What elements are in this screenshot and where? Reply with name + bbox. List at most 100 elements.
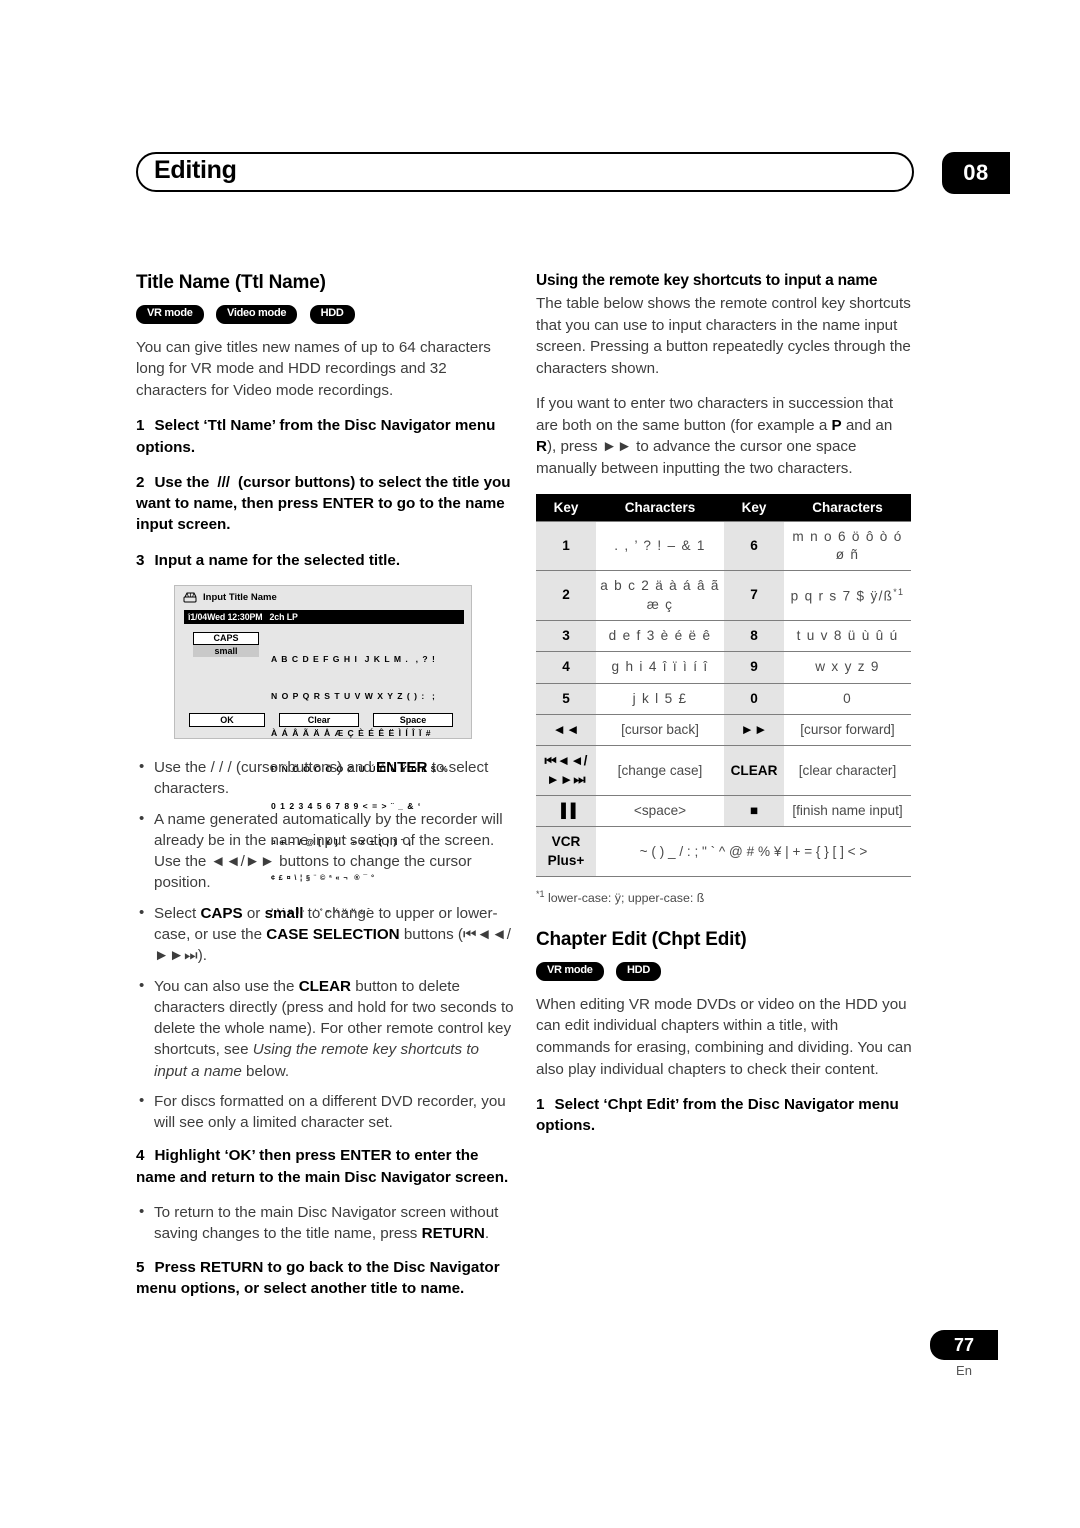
section-title-title-name: Title Name (Ttl Name) bbox=[136, 272, 326, 293]
right-column: Using the remote key shortcuts to input … bbox=[536, 272, 916, 1151]
mode-badges-chapter-edit: VR mode HDD bbox=[536, 962, 916, 981]
row-1-chars-left: . , ’ ? ! – & 1 bbox=[596, 520, 724, 571]
row-2-chars-right: p q r s 7 $ ÿ/ß*1 bbox=[784, 570, 911, 621]
para2-b: and an bbox=[841, 416, 893, 434]
row-6-chars-right: [cursor forward] bbox=[784, 714, 911, 746]
osd-char-row-1[interactable]: A B C D E F G H I J K L M . , ? ! bbox=[271, 653, 461, 665]
step-5-number: 5 bbox=[136, 1258, 145, 1276]
row-7-key-left-case-selection-icon: ⏮◄◄/►►⏭ bbox=[536, 745, 596, 796]
row-4-chars-left: g h i 4 î ï ì í î bbox=[596, 651, 724, 684]
language-code: En bbox=[956, 1363, 972, 1378]
row-8-chars-right: [finish name input] bbox=[784, 795, 911, 827]
osd-ok-button[interactable]: OK bbox=[189, 712, 265, 727]
osd-title-text: Input Title Name bbox=[203, 591, 277, 603]
bullet-1-enter-bold: ENTER bbox=[376, 758, 428, 776]
bullet-3-case-selection-bold: CASE SELECTION bbox=[266, 925, 400, 943]
row-9-chars-symbols: ~ ( ) _ / : ; " ` ^ @ # % ¥ | + = { } [ … bbox=[596, 826, 911, 878]
osd-space-button[interactable]: Space bbox=[373, 712, 453, 727]
table-row: ◄◄ [cursor back] ►► [cursor forward] bbox=[536, 714, 911, 746]
step-1: 1 Select ‘Ttl Name’ from the Disc Navigat… bbox=[136, 415, 516, 458]
row-9-key-vcr-plus: VCR Plus+ bbox=[536, 826, 596, 878]
row-5-chars-right: 0 bbox=[784, 682, 911, 715]
badge-video-mode: Video mode bbox=[216, 305, 298, 324]
bullet-4-c: below. bbox=[241, 1062, 290, 1080]
footnote-text: lower-case: ÿ; upper-case: ß bbox=[547, 891, 705, 906]
step-3-number: 3 bbox=[136, 551, 145, 569]
mode-badges-title-name: VR mode Video mode HDD bbox=[136, 305, 516, 324]
row-2-footnote-marker: *1 bbox=[893, 586, 905, 597]
table-row: 3 d e f 3 è é ë ê 8 t u v 8 ü ù û ú bbox=[536, 619, 911, 652]
step-4: 4 Highlight ‘OK’ then press ENTER to ente… bbox=[136, 1145, 516, 1188]
bullet-3-small-bold: small bbox=[264, 904, 304, 922]
page-number-badge: 77 bbox=[930, 1330, 998, 1360]
step-2-slash-3: / bbox=[225, 473, 231, 491]
step-2: 2 Use the///(cursor buttons) to select th… bbox=[136, 472, 516, 536]
th-key-left: Key bbox=[536, 493, 596, 522]
row-1-key-right: 6 bbox=[724, 520, 784, 571]
bullet-clear-button: You can also use the CLEAR button to del… bbox=[136, 974, 516, 1082]
osd-small-button[interactable]: small bbox=[193, 644, 259, 657]
title-name-bullet-list: Use the / / / (cursor buttons) and ENTER… bbox=[136, 756, 516, 1134]
table-row: ▐▐ <space> ■ [finish name input] bbox=[536, 795, 911, 827]
bullet-caps-small: Select CAPS or small to change to upper … bbox=[136, 902, 516, 967]
row-3-chars-right: t u v 8 ü ù û ú bbox=[784, 619, 911, 652]
bullet-1-cursor-icons: / / / bbox=[210, 758, 236, 776]
row-3-chars-left: d e f 3 è é ë ê bbox=[596, 619, 724, 652]
table-row: 2 a b c 2 ä à á â ã æ ç 7 p q r s 7 $ ÿ/… bbox=[536, 570, 911, 621]
table-row: 1 . , ’ ? ! – & 1 6 m n o 6 ö ô ò ó ø ñ bbox=[536, 520, 911, 571]
chapter-edit-paragraph: When editing VR mode DVDs or video on th… bbox=[536, 995, 912, 1078]
step-4-bullet-return-bold: RETURN bbox=[421, 1225, 485, 1243]
badge-hdd: HDD bbox=[309, 305, 355, 324]
osd-char-row-3[interactable]: À Á Â Ã Ä Å Æ Ç È É Ê Ë Ì Í Î Ï # bbox=[271, 727, 461, 739]
row-7-chars-left: [change case] bbox=[596, 745, 724, 796]
step-4-bullet-b: . bbox=[484, 1225, 490, 1243]
osd-char-row-2[interactable]: N O P Q R S T U V W X Y Z ( ) : ; bbox=[271, 690, 461, 702]
row-2-chars-right-text: p q r s 7 $ ÿ/ß bbox=[790, 588, 894, 604]
osd-caps-button[interactable]: CAPS bbox=[193, 631, 259, 645]
row-3-key-left: 3 bbox=[536, 619, 596, 652]
para2-key-p: P bbox=[831, 416, 842, 434]
footnote-marker: *1 bbox=[536, 889, 545, 900]
row-3-key-right: 8 bbox=[724, 619, 784, 652]
table-header-row: Key Characters Key Characters bbox=[536, 493, 911, 522]
step-4-number: 4 bbox=[136, 1147, 145, 1165]
row-1-key-left: 1 bbox=[536, 520, 596, 571]
row-2-key-left: 2 bbox=[536, 570, 596, 621]
bullet-cursor-buttons: Use the / / / (cursor buttons) and ENTER… bbox=[136, 756, 516, 800]
row-8-key-right-stop-icon: ■ bbox=[724, 795, 784, 827]
bullet-return-no-save: To return to the main Disc Navigator scr… bbox=[136, 1201, 516, 1245]
hdd-disc-icon bbox=[183, 592, 198, 603]
section-title-chapter-edit: Chapter Edit (Chpt Edit) bbox=[536, 929, 747, 951]
step-4-text: Highlight ‘OK’ then press ENTER to enter… bbox=[136, 1147, 509, 1186]
step-4-bullet-list: To return to the main Disc Navigator scr… bbox=[136, 1201, 516, 1245]
subsection-title-remote-shortcuts: Using the remote key shortcuts to input … bbox=[536, 272, 878, 289]
bullet-1-post: (cursor buttons) and bbox=[235, 758, 377, 776]
th-characters-right: Characters bbox=[784, 493, 911, 522]
para2-key-r: R bbox=[536, 438, 547, 456]
table-footnote: *1 lower-case: ÿ; upper-case: ß bbox=[536, 889, 916, 905]
row-6-chars-left: [cursor back] bbox=[596, 714, 724, 746]
step-5: 5 Press RETURN to go back to the Disc Nav… bbox=[136, 1257, 516, 1300]
row-7-chars-right: [clear character] bbox=[784, 745, 911, 796]
step-2-text-a: Use the bbox=[154, 473, 210, 491]
header-pill bbox=[136, 152, 914, 192]
table-row: 5 j k l 5 £ 0 0 bbox=[536, 682, 911, 715]
step-3-text: Input a name for the selected title. bbox=[154, 551, 401, 569]
chapter-number-tab: 08 bbox=[942, 152, 1010, 194]
bullet-limited-charset: For discs formatted on a different DVD r… bbox=[136, 1090, 516, 1134]
row-6-key-left-rewind-icon: ◄◄ bbox=[536, 714, 596, 746]
intro-paragraph: You can give titles new names of up to 6… bbox=[136, 338, 491, 399]
bullet-1-pre: Use the bbox=[154, 758, 211, 776]
osd-status-bar: î1/04Wed 12:30PM 2ch LP bbox=[184, 609, 464, 624]
step-1-number: 1 bbox=[136, 417, 145, 435]
bullet-3-caps-bold: CAPS bbox=[200, 904, 243, 922]
row-5-key-right: 0 bbox=[724, 682, 784, 715]
chapter-edit-step-1: 1 Select ‘Chpt Edit’ from the Disc Naviga… bbox=[536, 1094, 916, 1137]
step-2-number: 2 bbox=[136, 473, 145, 491]
bullet-4-clear-bold: CLEAR bbox=[298, 977, 351, 995]
remote-shortcuts-para-1: The table below shows the remote control… bbox=[536, 295, 911, 377]
osd-title-row: Input Title Name bbox=[183, 592, 277, 603]
row-1-chars-right: m n o 6 ö ô ò ó ø ñ bbox=[784, 520, 911, 571]
osd-clear-button[interactable]: Clear bbox=[279, 712, 359, 727]
bullet-3-b: or bbox=[242, 904, 265, 922]
